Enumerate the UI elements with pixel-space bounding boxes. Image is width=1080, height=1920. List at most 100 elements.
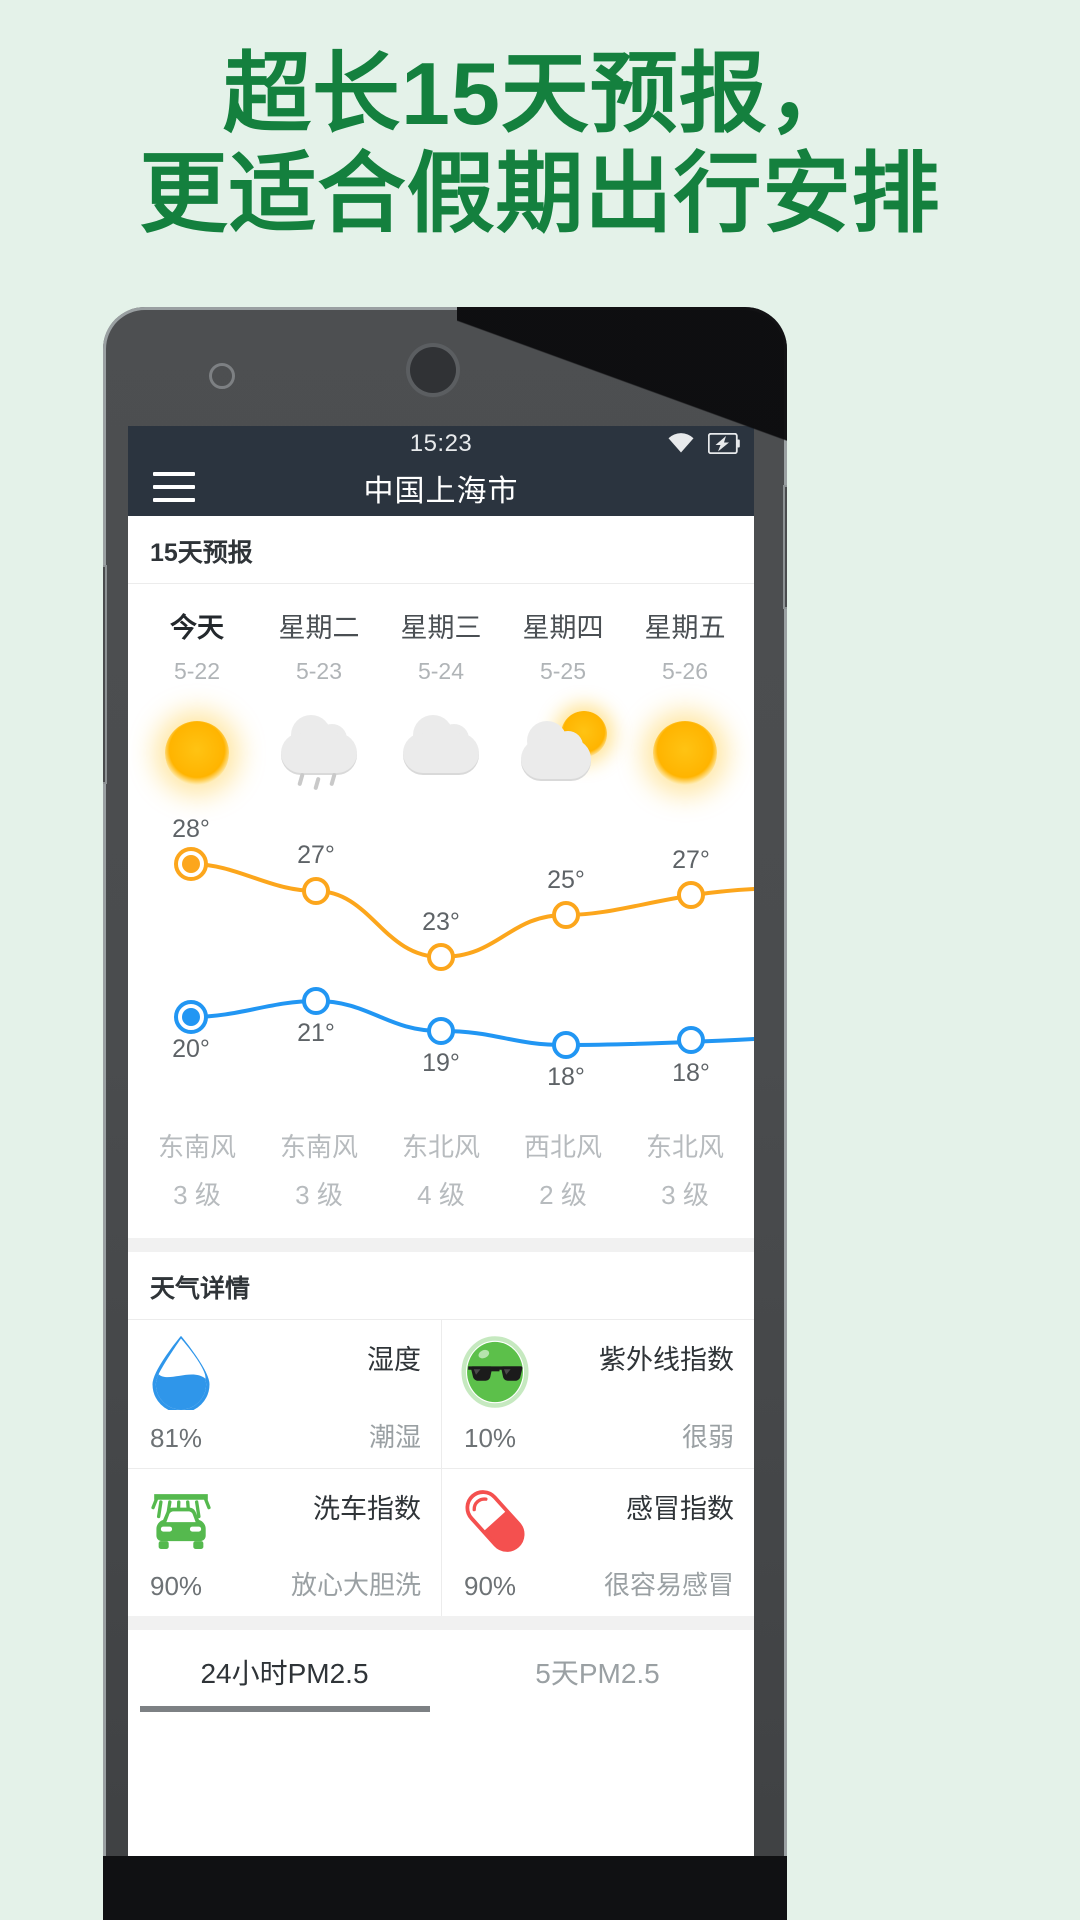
day-name: 星期四 <box>522 613 604 643</box>
detail-desc: 放心大胆洗 <box>290 1570 421 1600</box>
low-temp-label: 18° <box>672 1059 710 1087</box>
details-section-title: 天气详情 <box>128 1252 754 1320</box>
wind-cell: 西北风 2 级 <box>502 1127 624 1212</box>
headline-line-2: 更适合假期出行安排 <box>139 144 941 244</box>
day-date: 5-24 <box>417 658 465 684</box>
promo-headline: 超长15天预报， 更适合假期出行安排 <box>0 44 1080 245</box>
detail-name: 湿度 <box>367 1345 421 1375</box>
detail-cell-humidity[interactable]: 湿度 81% 潮湿 <box>128 1320 441 1468</box>
headline-line-1: 超长15天预报， <box>223 44 857 143</box>
detail-desc: 很弱 <box>681 1422 734 1452</box>
detail-desc: 潮湿 <box>368 1422 421 1452</box>
detail-cell-uv-index[interactable]: 紫外线指数 10% 很弱 <box>441 1320 754 1468</box>
partly-sunny-icon <box>521 711 607 795</box>
wind-level: 4 级 <box>417 1180 465 1210</box>
high-temp-label: 23° <box>422 908 460 936</box>
pill-capsule-icon <box>465 1490 525 1552</box>
sunglasses-face-icon <box>461 1336 529 1408</box>
phone-mockup: 15:23 中国上海市 15天预报 今天 5-22 星期二 5-23 星期三 5… <box>103 307 787 1920</box>
forecast-day-header-row: 今天 5-22 星期二 5-23 星期三 5-24 星期四 5-25 星期五 5… <box>128 584 754 805</box>
wind-cell: 东南风 3 级 <box>258 1127 380 1212</box>
wind-level: 2 级 <box>539 1180 587 1210</box>
sun-icon <box>643 711 727 795</box>
high-temp-point <box>552 901 580 929</box>
detail-cell-car-wash[interactable]: 洗车指数 90% 放心大胆洗 <box>128 1468 441 1616</box>
high-temp-point-fill <box>182 855 200 873</box>
low-temp-point <box>302 987 330 1015</box>
low-temp-label: 20° <box>172 1035 210 1063</box>
wind-cell: 东北风 4 级 <box>380 1127 502 1212</box>
wind-direction: 东北风 <box>401 1132 480 1162</box>
day-weather-icon-slot <box>624 701 746 805</box>
day-date: 5-22 <box>173 658 221 684</box>
section-divider <box>128 1616 754 1630</box>
forecast-day-column[interactable]: 星期四 5-25 <box>502 606 624 805</box>
detail-value: 90% <box>150 1571 203 1601</box>
power-button[interactable] <box>785 487 787 607</box>
wind-cell: 东北风 3 级 <box>624 1127 746 1212</box>
app-bar: 15:23 中国上海市 <box>128 426 754 516</box>
forecast-card: 15天预报 今天 5-22 星期二 5-23 星期三 5-24 星期四 5-25… <box>128 516 754 1238</box>
wind-level: 3 级 <box>661 1180 709 1210</box>
cloud-icon <box>399 711 483 795</box>
detail-name: 感冒指数 <box>626 1494 734 1524</box>
wind-level: 3 级 <box>173 1180 221 1210</box>
high-temp-label: 27° <box>672 846 710 874</box>
low-temp-line <box>189 998 754 1048</box>
forecast-day-column[interactable]: 星期三 5-24 <box>380 606 502 805</box>
status-icons <box>667 432 740 454</box>
status-clock: 15:23 <box>409 430 473 457</box>
volume-button[interactable] <box>103 567 105 782</box>
wind-direction: 西北风 <box>523 1132 602 1162</box>
car-wash-icon <box>151 1494 211 1549</box>
detail-desc: 很容易感冒 <box>603 1570 734 1600</box>
day-weather-icon-slot <box>502 701 624 805</box>
detail-name: 紫外线指数 <box>599 1345 734 1375</box>
tab-24h-pm25[interactable]: 24小时PM2.5 <box>128 1630 441 1712</box>
low-temp-label: 18° <box>547 1063 585 1091</box>
high-temp-point <box>427 943 455 971</box>
day-date: 5-26 <box>661 658 709 684</box>
tab-5day-pm25[interactable]: 5天PM2.5 <box>441 1630 754 1712</box>
high-temp-label: 28° <box>172 815 210 843</box>
water-drop-icon <box>152 1335 210 1410</box>
phone-bottom-chin <box>103 1856 787 1920</box>
rain-cloud-icon <box>277 711 361 795</box>
phone-screen: 15:23 中国上海市 15天预报 今天 5-22 星期二 5-23 星期三 5… <box>128 426 754 1856</box>
wifi-icon <box>668 433 694 453</box>
day-name: 今天 <box>170 613 224 643</box>
weather-details-card: 天气详情 湿度 81% 潮湿 紫外线指数 10% 很弱 洗车指数 90% 放心大… <box>128 1252 754 1616</box>
day-name: 星期五 <box>644 613 726 643</box>
forecast-section-title: 15天预报 <box>128 516 754 584</box>
wind-direction: 东南风 <box>279 1132 358 1162</box>
low-temp-point <box>677 1026 705 1054</box>
high-temp-label: 25° <box>547 866 585 894</box>
detail-value: 81% <box>150 1423 203 1453</box>
tab-active-underline <box>140 1706 430 1712</box>
high-temp-line <box>189 862 754 960</box>
low-temp-label: 21° <box>297 1019 335 1047</box>
low-temp-point-fill <box>182 1008 200 1026</box>
detail-cell-cold-index[interactable]: 感冒指数 90% 很容易感冒 <box>441 1468 754 1616</box>
low-temp-point <box>552 1031 580 1059</box>
forecast-day-column[interactable]: 星期五 5-26 <box>624 606 746 805</box>
day-date: 5-23 <box>295 658 343 684</box>
detail-value: 10% <box>464 1423 517 1453</box>
day-name: 星期二 <box>278 613 360 643</box>
high-temp-label: 27° <box>297 841 335 869</box>
day-date: 5-25 <box>539 658 587 684</box>
forecast-day-column[interactable]: 星期二 5-23 <box>258 606 380 805</box>
wind-cell: 东南风 3 级 <box>136 1127 258 1212</box>
wind-level: 3 级 <box>295 1180 343 1210</box>
status-bar: 15:23 <box>128 426 754 464</box>
detail-value: 90% <box>464 1571 517 1601</box>
section-divider <box>128 1238 754 1252</box>
high-temp-point <box>302 877 330 905</box>
day-weather-icon-slot <box>380 701 502 805</box>
app-title-location: 中国上海市 <box>363 475 519 508</box>
forecast-day-column[interactable]: 今天 5-22 <box>136 606 258 805</box>
wind-direction: 东南风 <box>157 1132 236 1162</box>
battery-charging-icon <box>708 432 740 454</box>
front-camera-icon <box>410 347 456 393</box>
low-temp-point <box>427 1017 455 1045</box>
